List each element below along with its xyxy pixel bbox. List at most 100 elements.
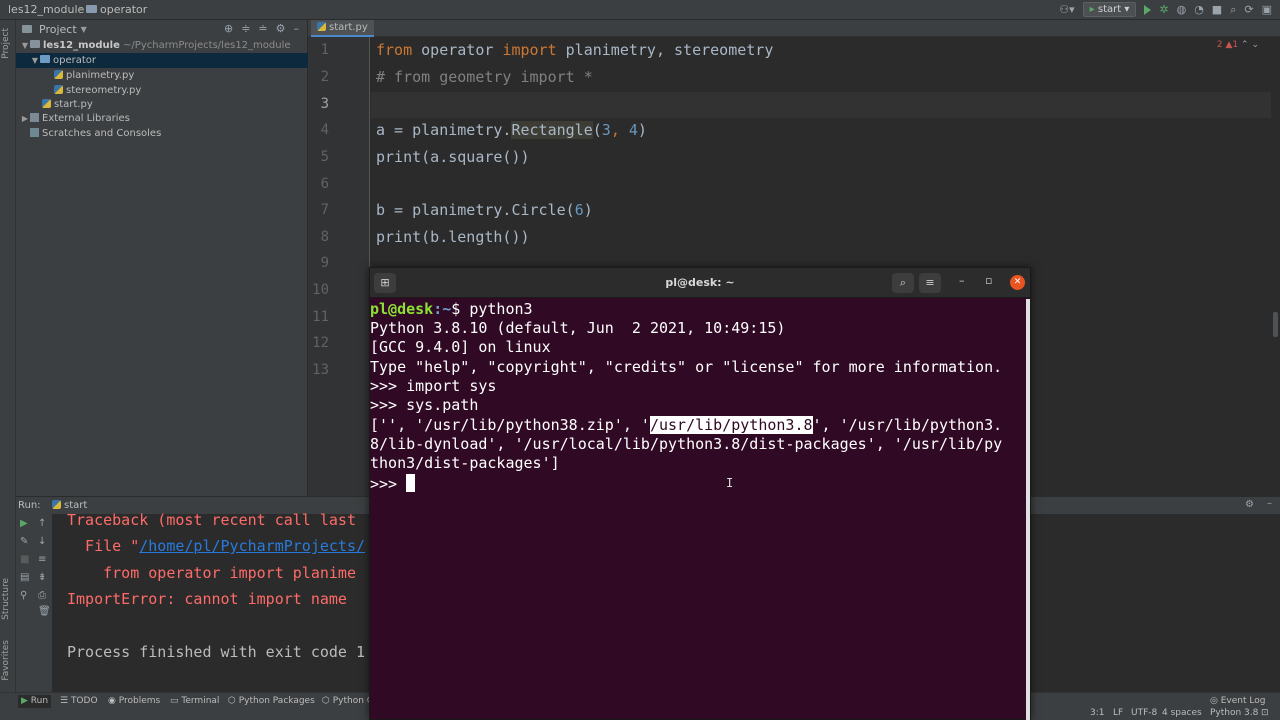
gear-icon[interactable]: ⚙ — [1245, 499, 1254, 510]
chevron-down-icon[interactable]: ▼ — [81, 25, 87, 34]
editor-scrollbar[interactable] — [1271, 37, 1280, 496]
expand-all-icon[interactable]: ≑ — [241, 22, 250, 35]
project-tool-button[interactable]: Project — [1, 28, 11, 59]
console-line: from operator import planime — [67, 564, 356, 582]
code-line-4: a = planimetry.Rectangle(3, 4) — [376, 121, 647, 139]
favorites-tool-button[interactable]: Favorites — [1, 640, 11, 681]
code-line-1: from operator import planimetry, stereom… — [376, 41, 773, 59]
code-token: ) — [583, 201, 593, 219]
maximize-icon[interactable]: ▫ — [985, 274, 992, 287]
bottom-tab-problems[interactable]: ◉ Problems — [108, 695, 160, 708]
indent-setting[interactable]: 4 spaces — [1162, 708, 1202, 718]
soft-wrap-icon[interactable]: ≡ — [38, 554, 46, 565]
search-icon[interactable]: ⌕ — [1230, 3, 1236, 17]
run-tab-label: start — [64, 500, 88, 511]
terminal-body[interactable]: pl@desk:~$ python3 Python 3.8.10 (defaul… — [370, 299, 1026, 720]
minimize-icon[interactable]: – — [959, 274, 965, 287]
bottom-tab-terminal[interactable]: ▭ Terminal — [170, 695, 219, 708]
scroll-to-end-icon[interactable]: ⇟ — [38, 572, 46, 583]
coverage-icon[interactable]: ◍ — [1177, 3, 1187, 16]
tree-item-les12_module[interactable]: ▼ les12_module ~/PycharmProjects/les12_mo… — [16, 38, 308, 53]
line-number: 5 — [320, 149, 329, 165]
tab-label: TODO — [70, 696, 98, 706]
ide-logo-icon[interactable]: ▣ — [1262, 3, 1272, 16]
breadcrumb-folder[interactable]: operator — [86, 3, 147, 16]
tree-item-stereometry[interactable]: stereometry.py — [16, 83, 308, 98]
chevron-down-icon[interactable]: ⌄ — [1251, 40, 1259, 50]
chevron-up-icon[interactable]: ⌃ — [1241, 40, 1249, 50]
python-file-icon — [54, 70, 63, 79]
bottom-tab-todo[interactable]: ☰ TODO — [60, 695, 98, 708]
tree-item-scratches[interactable]: Scratches and Consoles — [16, 126, 308, 141]
stop-icon[interactable]: ■ — [1212, 3, 1222, 16]
minimize-icon[interactable]: – — [1267, 498, 1272, 509]
caret-position[interactable]: 3:1 — [1090, 708, 1104, 718]
console-text: File " — [67, 537, 140, 555]
breadcrumb-separator: › — [78, 2, 83, 15]
scrollbar-thumb[interactable] — [1273, 312, 1278, 337]
tree-item-start[interactable]: start.py — [16, 97, 308, 112]
run-icon[interactable] — [1144, 4, 1152, 15]
terminal-line: >>> sys.path — [370, 396, 479, 414]
file-encoding[interactable]: UTF-8 — [1131, 708, 1157, 718]
debug-icon[interactable]: ✲ — [1159, 3, 1168, 16]
tree-item-operator[interactable]: ▼ operator — [16, 53, 308, 68]
down-icon[interactable]: ↓ — [38, 536, 46, 547]
run-toolbar: ▶ ↑ ✎ ↓ ■ ≡ ▤ ⇟ ⚲ ⎙ 🗑 — [16, 514, 52, 692]
code-line-7: b = planimetry.Circle(6) — [376, 201, 593, 219]
hamburger-menu-icon[interactable]: ≡ — [919, 273, 941, 293]
scratches-icon — [30, 128, 39, 137]
interpreter-selector[interactable]: Python 3.8 — [1210, 708, 1258, 718]
line-separator[interactable]: LF — [1113, 708, 1123, 718]
layout-icon[interactable]: ▤ — [20, 572, 29, 583]
print-icon[interactable]: ⎙ — [38, 590, 46, 601]
lock-icon[interactable]: ⊡ — [1261, 708, 1269, 718]
tree-item-external-libraries[interactable]: ▶ External Libraries — [16, 111, 308, 126]
hide-icon[interactable]: – — [294, 22, 300, 35]
tree-item-planimetry[interactable]: planimetry.py — [16, 68, 308, 83]
python-file-icon — [42, 99, 51, 108]
close-icon[interactable]: ✕ — [1010, 275, 1025, 290]
editor-tab-bar: start.py — [308, 20, 1280, 37]
breadcrumb-project[interactable]: les12_module — [8, 3, 84, 16]
bottom-tab-python-packages[interactable]: ⬡ Python Packages — [228, 695, 315, 708]
line-number-gutter: 1 2 3 4 5 6 7 8 9 10 11 12 13 — [308, 37, 370, 496]
selected-text[interactable]: /usr/lib/python3.8 — [649, 416, 813, 434]
chevron-down-icon[interactable]: ▼ — [30, 53, 40, 68]
python-file-icon — [54, 85, 63, 94]
chevron-down-icon[interactable]: ▼ — [20, 38, 30, 53]
user-icon[interactable]: ⚇▾ — [1059, 3, 1074, 16]
file-link[interactable]: /home/pl/PycharmProjects/ — [139, 537, 365, 555]
chevron-right-icon[interactable]: ▶ — [20, 111, 30, 126]
terminal-line: 8/lib-dynload', '/usr/local/lib/python3.… — [370, 435, 1003, 453]
updates-icon[interactable]: ⟳ — [1244, 3, 1253, 16]
terminal-scrollbar[interactable] — [1026, 299, 1030, 720]
rerun-icon[interactable]: ▶ — [20, 518, 28, 529]
locate-icon[interactable]: ⊕ — [224, 22, 233, 35]
project-title[interactable]: Project — [39, 23, 77, 36]
stop-icon[interactable]: ■ — [20, 554, 29, 565]
tab-start-py[interactable]: start.py — [311, 20, 374, 37]
breadcrumb-folder-label: operator — [100, 3, 148, 16]
terminal-line: Python 3.8.10 (default, Jun 2 2021, 10:4… — [370, 319, 786, 337]
bottom-tab-run[interactable]: ▶ Run — [18, 695, 52, 708]
trash-icon[interactable]: 🗑 — [38, 606, 51, 617]
search-icon[interactable]: ⌕ — [892, 273, 914, 293]
pin-icon[interactable]: ⚲ — [20, 590, 27, 601]
package-icon — [40, 55, 50, 63]
gear-icon[interactable]: ⚙ — [276, 22, 286, 35]
up-icon[interactable]: ↑ — [38, 518, 46, 529]
run-tab-start[interactable]: start — [52, 500, 87, 511]
inspection-widget[interactable]: 2 ▲1 ⌃ ⌄ — [1217, 40, 1259, 50]
structure-tool-button[interactable]: Structure — [1, 578, 11, 620]
terminal-titlebar[interactable]: ⊞ pl@desk: ~ ⌕ ≡ – ▫ ✕ — [370, 268, 1030, 298]
line-number: 10 — [312, 282, 329, 298]
wrench-icon[interactable]: ✎ — [20, 536, 28, 547]
line-number: 8 — [320, 229, 329, 245]
collapse-all-icon[interactable]: ≐ — [258, 22, 267, 35]
event-log-button[interactable]: ◎ Event Log — [1210, 695, 1265, 708]
run-config-select[interactable]: ▸ start ▾ — [1082, 2, 1137, 17]
profile-icon[interactable]: ◔ — [1194, 3, 1204, 16]
code-line-2: # from geometry import * — [376, 68, 593, 86]
code-line-5: print(a.square()) — [376, 148, 530, 166]
